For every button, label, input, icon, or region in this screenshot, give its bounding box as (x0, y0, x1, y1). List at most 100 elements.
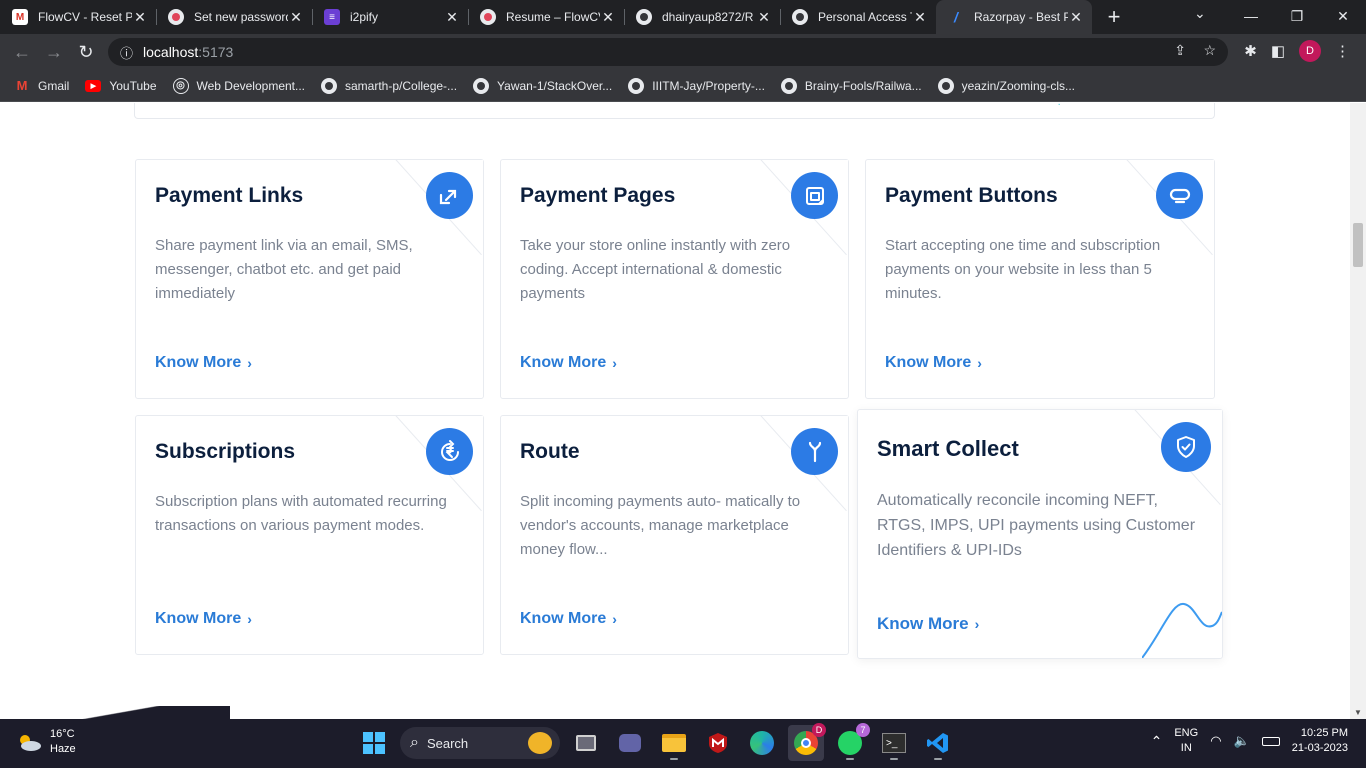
terminal-icon[interactable]: >_ (876, 725, 912, 761)
card-title: Smart Collect (877, 436, 1019, 461)
taskbar-search[interactable]: ⌕ Search (400, 727, 560, 759)
know-more-link[interactable]: Know More › (520, 354, 617, 372)
know-more-link[interactable]: Know More › (877, 614, 979, 634)
youtube-icon: ▶ (85, 79, 102, 92)
github-icon (473, 77, 490, 94)
github-icon (937, 77, 954, 94)
gmail-icon: M (16, 78, 28, 93)
razorpay-icon: / (954, 9, 958, 25)
tab-personal-access[interactable]: Personal Access T ✕ (780, 0, 936, 34)
whatsapp-icon[interactable]: 7 (832, 723, 870, 761)
search-icon: ⌕ (410, 734, 419, 751)
window-close-button[interactable]: ✕ (1320, 0, 1366, 34)
know-more-link[interactable]: Know More › (520, 610, 617, 628)
side-panel-icon[interactable]: ◧ (1271, 42, 1285, 60)
maximize-button[interactable]: ❐ (1274, 0, 1320, 34)
globe-icon: ◎ (172, 77, 189, 94)
page-content: ····· Payment Links Share payment link v… (0, 103, 1350, 719)
share-icon[interactable]: ⇪ (1174, 42, 1186, 59)
bookmarks-bar: M Gmail ▶ YouTube ◎ Web Development... sama… (0, 70, 1366, 102)
volume-icon[interactable]: 🔈 (1234, 733, 1250, 749)
edge-icon[interactable] (744, 725, 780, 761)
tab-flowcv-reset[interactable]: M FlowCV - Reset Pa ✕ (0, 0, 156, 34)
new-tab-button[interactable]: + (1102, 4, 1126, 30)
extensions-icon[interactable]: ✱ (1244, 42, 1257, 60)
close-icon[interactable]: ✕ (756, 9, 772, 26)
back-button[interactable]: ← (6, 42, 38, 63)
tab-i2pify[interactable]: ≡ i2pify ✕ (312, 0, 468, 34)
tab-github-dhairyaup[interactable]: dhairyaup8272/R ✕ (624, 0, 780, 34)
vscode-icon[interactable] (920, 725, 956, 761)
github-icon (628, 77, 645, 94)
mcafee-icon[interactable] (700, 725, 736, 761)
tab-razorpay[interactable]: / Razorpay - Best P ✕ (936, 0, 1092, 34)
bookmark-samarth[interactable]: samarth-p/College-... (321, 77, 457, 94)
chevron-right-icon: › (247, 355, 252, 371)
split-route-icon (791, 428, 838, 475)
star-icon[interactable]: ☆ (1203, 42, 1216, 59)
task-view-icon[interactable] (568, 725, 604, 761)
language-indicator[interactable]: ENG IN (1174, 726, 1198, 756)
close-icon[interactable]: ✕ (132, 9, 148, 26)
weather-cloud-icon (20, 735, 41, 751)
browser-tab-strip: M FlowCV - Reset Pa ✕ Set new password ✕… (0, 0, 1366, 34)
button-icon (1156, 172, 1203, 219)
rupee-cycle-icon (426, 428, 473, 475)
battery-icon[interactable] (1261, 736, 1280, 746)
chevron-down-icon[interactable]: ⌄ (1194, 5, 1206, 22)
page-scrollbar[interactable]: ▼ (1350, 103, 1366, 719)
tab-resume-flowcv[interactable]: Resume – FlowCV ✕ (468, 0, 624, 34)
gmail-icon: M (12, 9, 28, 25)
scrollbar-thumb[interactable] (1353, 223, 1363, 267)
card-title: Subscriptions (155, 440, 296, 463)
card-title: Payment Buttons (885, 184, 1058, 207)
chevron-right-icon: › (247, 611, 252, 627)
forward-button[interactable]: → (38, 42, 70, 63)
teams-meet-icon[interactable] (612, 725, 648, 761)
weather-widget[interactable]: 16°C Haze (16, 727, 76, 757)
file-explorer-icon[interactable] (656, 725, 692, 761)
clock[interactable]: 10:25 PM 21-03-2023 (1292, 726, 1348, 756)
bookmark-web-dev[interactable]: ◎ Web Development... (172, 77, 305, 94)
product-card-payment-pages: Payment Pages Take your store online ins… (500, 159, 849, 399)
menu-icon[interactable]: ⋮ (1335, 42, 1350, 60)
card-description: Start accepting one time and subscriptio… (885, 237, 1161, 302)
tab-set-new-password[interactable]: Set new password ✕ (156, 0, 312, 34)
close-icon[interactable]: ✕ (600, 9, 616, 26)
minimize-button[interactable]: — (1228, 0, 1274, 34)
chrome-icon[interactable]: D (788, 723, 826, 761)
know-more-link[interactable]: Know More › (155, 354, 252, 372)
github-icon (321, 77, 337, 94)
shield-check-icon (1161, 422, 1211, 472)
info-icon[interactable]: ⓘ (120, 43, 133, 62)
reload-button[interactable]: ↻ (70, 42, 102, 63)
bookmark-youtube[interactable]: ▶ YouTube (85, 79, 157, 93)
flowcv-icon (168, 9, 184, 25)
chevron-right-icon: › (612, 355, 617, 371)
scroll-down-arrow[interactable]: ▼ (1354, 708, 1362, 717)
address-bar-row: ← → ↻ ⓘ localhost :5173 ⇪ ☆ ✱ ◧ D ⋮ (0, 34, 1366, 70)
product-card-payment-links: Payment Links Share payment link via an … (135, 159, 484, 399)
chevron-up-icon[interactable]: ⌃ (1151, 733, 1163, 750)
avatar[interactable]: D (1299, 40, 1321, 62)
card-title: Payment Pages (520, 184, 676, 207)
product-card-subscriptions: Subscriptions Subscription plans with au… (135, 415, 484, 655)
know-more-link[interactable]: Know More › (155, 610, 252, 628)
url-field[interactable]: ⓘ localhost :5173 ⇪ ☆ (108, 38, 1228, 66)
bookmark-iiitm[interactable]: IIITM-Jay/Property-... (628, 77, 765, 94)
start-button[interactable] (356, 725, 392, 761)
bookmark-yawan[interactable]: Yawan-1/StackOver... (473, 77, 612, 94)
chevron-right-icon: › (974, 616, 980, 632)
card-description: Share payment link via an email, SMS, me… (155, 237, 413, 302)
bookmark-brainy-fools[interactable]: Brainy-Fools/Railwa... (780, 77, 922, 94)
flowcv-icon (480, 9, 496, 25)
bookmark-gmail[interactable]: M Gmail (14, 78, 70, 94)
close-icon[interactable]: ✕ (288, 9, 304, 26)
close-icon[interactable]: ✕ (1068, 9, 1084, 26)
know-more-link[interactable]: Know More › (885, 354, 982, 372)
close-icon[interactable]: ✕ (912, 9, 928, 26)
close-icon[interactable]: ✕ (444, 9, 460, 26)
wifi-icon[interactable]: ◠ (1210, 733, 1221, 749)
link-arrows-icon (426, 172, 473, 219)
bookmark-yeazin[interactable]: yeazin/Zooming-cls... (937, 77, 1075, 94)
